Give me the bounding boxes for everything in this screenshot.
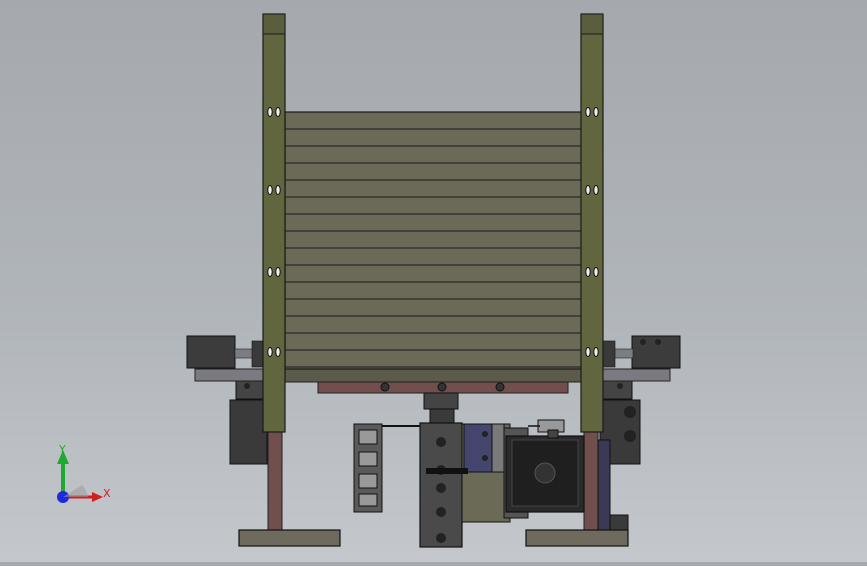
cad-viewport[interactable]: Y X xyxy=(0,0,867,562)
assembly-drawing xyxy=(186,13,681,548)
triad-x-label: X xyxy=(103,487,111,500)
triad-y-label: Y xyxy=(59,443,66,456)
cable-chain xyxy=(353,423,420,513)
slatted-cabinet xyxy=(284,111,586,370)
left-post xyxy=(262,13,286,433)
right-post xyxy=(580,13,604,433)
